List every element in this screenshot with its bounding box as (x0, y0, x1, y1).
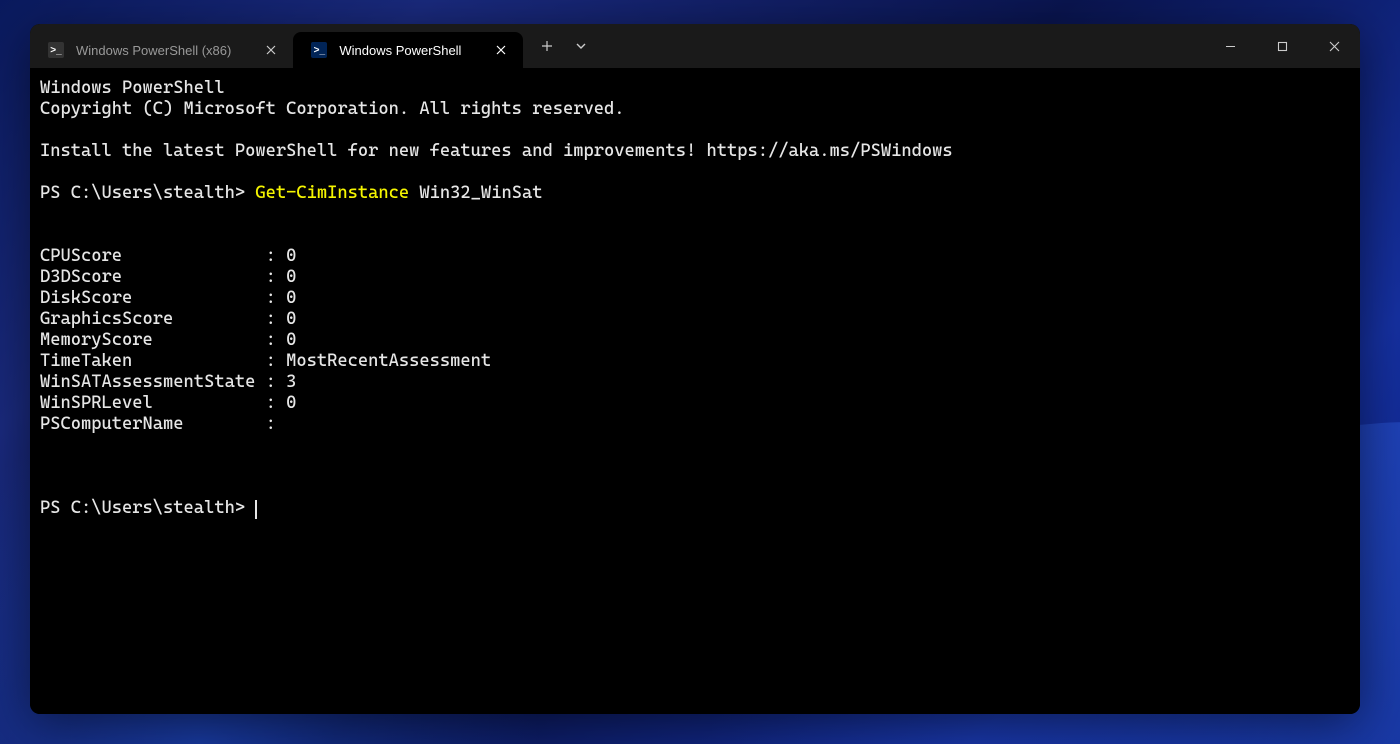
tab-dropdown-button[interactable] (565, 30, 597, 62)
titlebar[interactable]: >_ Windows PowerShell (x86) >_ Windows P… (30, 24, 1360, 68)
output-line: GraphicsScore : 0 (40, 309, 296, 329)
powershell-x86-icon: >_ (48, 42, 64, 58)
window-controls (1204, 24, 1360, 68)
close-icon[interactable] (493, 42, 509, 58)
output-line: TimeTaken : MostRecentAssessment (40, 351, 491, 371)
close-icon[interactable] (263, 42, 279, 58)
powershell-icon: >_ (311, 42, 327, 58)
command-name: Get-CimInstance (255, 183, 409, 203)
minimize-button[interactable] (1204, 24, 1256, 68)
terminal-line: Install the latest PowerShell for new fe… (40, 141, 953, 161)
output-line: MemoryScore : 0 (40, 330, 296, 350)
prompt: PS C:\Users\stealth> (40, 498, 255, 518)
tab-title: Windows PowerShell (x86) (76, 43, 231, 58)
tab-powershell[interactable]: >_ Windows PowerShell (293, 32, 523, 68)
tabbar-controls (523, 24, 597, 68)
output-line: DiskScore : 0 (40, 288, 296, 308)
close-button[interactable] (1308, 24, 1360, 68)
output-line: WinSATAssessmentState : 3 (40, 372, 296, 392)
terminal-content[interactable]: Windows PowerShell Copyright (C) Microso… (30, 68, 1360, 714)
prompt: PS C:\Users\stealth> (40, 183, 255, 203)
tab-powershell-x86[interactable]: >_ Windows PowerShell (x86) (30, 32, 293, 68)
output-line: D3DScore : 0 (40, 267, 296, 287)
terminal-line: Copyright (C) Microsoft Corporation. All… (40, 99, 624, 119)
output-line: PSComputerName : (40, 414, 276, 434)
maximize-button[interactable] (1256, 24, 1308, 68)
output-line: CPUScore : 0 (40, 246, 296, 266)
titlebar-drag-area[interactable] (597, 24, 1204, 68)
terminal-window: >_ Windows PowerShell (x86) >_ Windows P… (30, 24, 1360, 714)
output-line: WinSPRLevel : 0 (40, 393, 296, 413)
command-arg: Win32_WinSat (409, 183, 542, 203)
terminal-line: Windows PowerShell (40, 78, 225, 98)
tabs-container: >_ Windows PowerShell (x86) >_ Windows P… (30, 24, 523, 68)
tab-title: Windows PowerShell (339, 43, 461, 58)
text-cursor (255, 500, 257, 519)
new-tab-button[interactable] (531, 30, 563, 62)
